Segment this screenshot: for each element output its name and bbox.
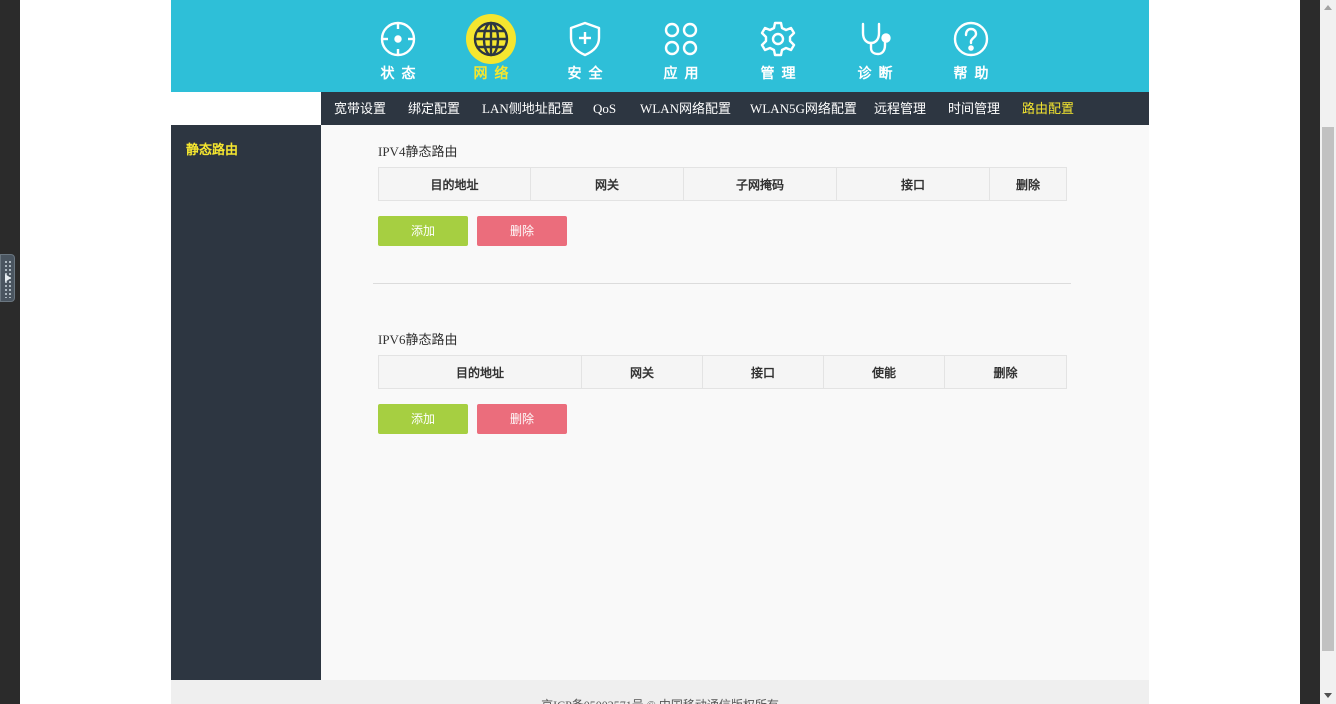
nav-label: 管理 [760, 65, 803, 81]
page: 状态 网络 安全 应用 管理 诊断 帮助 宽带设置 绑定配置 LAN侧地址配置 … [20, 0, 1300, 704]
nav-item-management[interactable]: 管理 [748, 14, 808, 84]
column-header-gateway: 网关 [581, 355, 703, 389]
column-header-interface: 接口 [702, 355, 824, 389]
subnav-remote-management[interactable]: 远程管理 [874, 92, 926, 125]
nav-label: 帮助 [953, 65, 996, 81]
ipv4-add-button[interactable]: 添加 [378, 216, 468, 246]
footer: 京ICP备05002571号 © 中国移动通信版权所有 [171, 680, 1149, 704]
table-header-row: 目的地址 网关 接口 使能 删除 [378, 355, 1067, 389]
subnav-lan-address[interactable]: LAN侧地址配置 [482, 92, 574, 125]
expand-arrow-icon [5, 274, 11, 282]
subnav-routing[interactable]: 路由配置 [1022, 92, 1074, 125]
stethoscope-icon [850, 14, 900, 64]
globe-icon [466, 14, 516, 64]
column-header-delete: 删除 [989, 167, 1067, 201]
ipv6-route-table: 目的地址 网关 接口 使能 删除 [378, 355, 1067, 389]
column-header-delete: 删除 [944, 355, 1067, 389]
window-left-edge [0, 0, 20, 704]
left-sidebar: 静态路由 [171, 125, 321, 680]
sub-navigation: 宽带设置 绑定配置 LAN侧地址配置 QoS WLAN网络配置 WLAN5G网络… [321, 92, 1149, 125]
column-header-destination: 目的地址 [378, 355, 582, 389]
crosshair-icon [373, 14, 423, 64]
nav-label: 状态 [380, 65, 423, 81]
column-header-gateway: 网关 [530, 167, 684, 201]
subnav-broadband[interactable]: 宽带设置 [334, 92, 386, 125]
copyright-text: 京ICP备05002571号 © 中国移动通信版权所有 [171, 696, 1149, 704]
gear-icon [753, 14, 803, 64]
nav-item-diagnostics[interactable]: 诊断 [845, 14, 905, 84]
ipv4-section-title: IPV4静态路由 [378, 144, 458, 159]
router-admin-app: 状态 网络 安全 应用 管理 诊断 帮助 宽带设置 绑定配置 LAN侧地址配置 … [171, 0, 1149, 704]
nav-item-security[interactable]: 安全 [555, 14, 615, 84]
column-header-destination: 目的地址 [378, 167, 531, 201]
column-header-subnet-mask: 子网掩码 [683, 167, 837, 201]
subnav-qos[interactable]: QoS [593, 92, 616, 125]
scroll-down-arrow-icon[interactable] [1320, 688, 1336, 704]
ipv6-delete-button[interactable]: 删除 [477, 404, 567, 434]
nav-label: 诊断 [857, 65, 900, 81]
apps-grid-icon [656, 14, 706, 64]
nav-label: 网络 [473, 65, 516, 81]
ipv6-section-title: IPV6静态路由 [378, 332, 458, 347]
scrollbar-thumb[interactable] [1322, 127, 1334, 651]
shield-plus-icon [560, 14, 610, 64]
top-header: 状态 网络 安全 应用 管理 诊断 帮助 [171, 0, 1149, 92]
subnav-wlan[interactable]: WLAN网络配置 [640, 92, 731, 125]
ipv4-route-table: 目的地址 网关 子网掩码 接口 删除 [378, 167, 1067, 201]
ipv4-delete-button[interactable]: 删除 [477, 216, 567, 246]
nav-label: 应用 [663, 65, 706, 81]
side-panel-handle[interactable] [0, 254, 15, 302]
main-content: IPV4静态路由 目的地址 网关 子网掩码 接口 删除 添加 删除 IPV6静态… [321, 125, 1149, 680]
column-header-interface: 接口 [836, 167, 990, 201]
nav-item-network[interactable]: 网络 [461, 14, 521, 84]
section-divider [373, 283, 1071, 284]
sidebar-item-static-route[interactable]: 静态路由 [186, 139, 238, 158]
nav-item-help[interactable]: 帮助 [941, 14, 1001, 84]
table-header-row: 目的地址 网关 子网掩码 接口 删除 [378, 167, 1067, 201]
nav-label: 安全 [567, 65, 610, 81]
subnav-wlan5g[interactable]: WLAN5G网络配置 [750, 92, 857, 125]
scroll-up-arrow-icon[interactable] [1320, 0, 1336, 16]
ipv6-add-button[interactable]: 添加 [378, 404, 468, 434]
nav-item-apps[interactable]: 应用 [651, 14, 711, 84]
nav-item-status[interactable]: 状态 [368, 14, 428, 84]
question-circle-icon [946, 14, 996, 64]
subnav-time-management[interactable]: 时间管理 [948, 92, 1000, 125]
subnav-binding[interactable]: 绑定配置 [408, 92, 460, 125]
column-header-enable: 使能 [823, 355, 945, 389]
